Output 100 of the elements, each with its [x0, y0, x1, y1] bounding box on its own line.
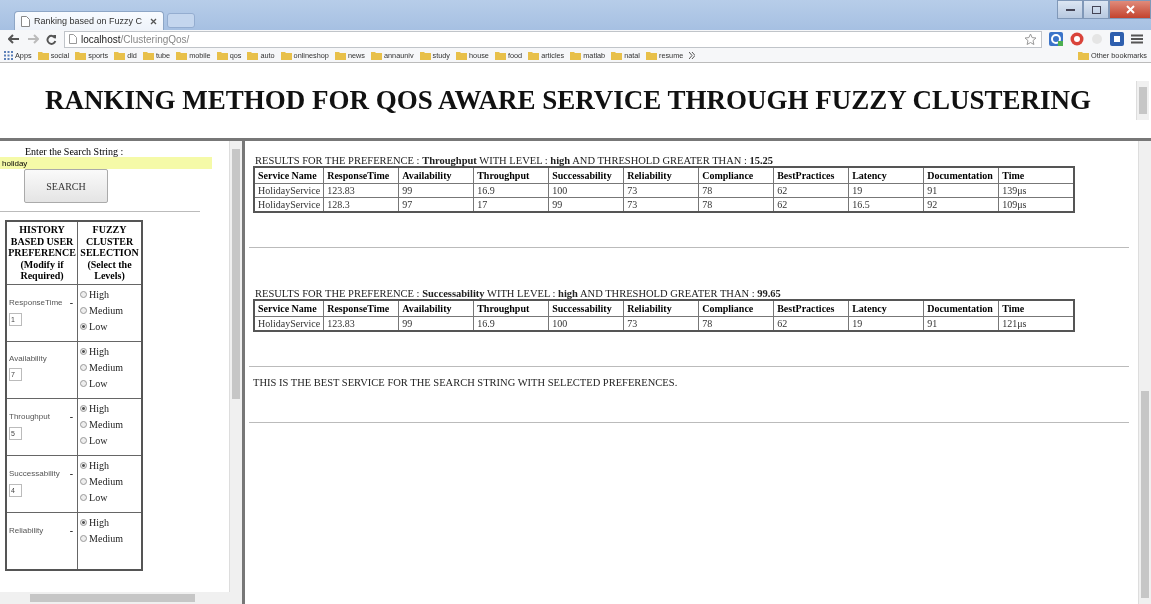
column-header: ResponseTime	[323, 167, 399, 184]
folder-icon	[494, 50, 506, 60]
page-title: RANKING METHOD FOR QOS AWARE SERVICE THROUGH FUZZY CLUSTERING	[43, 84, 1093, 117]
column-header: Compliance	[698, 167, 774, 184]
folder-icon	[176, 50, 188, 60]
table-cell: 78	[698, 183, 774, 198]
address-bar[interactable]: localhost/ClusteringQos/	[64, 30, 1042, 48]
column-header: BestPractices	[773, 300, 849, 317]
column-header: Documentation	[923, 167, 999, 184]
column-header: Latency	[848, 167, 924, 184]
results-heading: RESULTS FOR THE PREFERENCE : Successability WITH LEVEL : high AND THRESHOLD GREATER THAN : 99.65	[255, 288, 782, 299]
table-cell: 91	[923, 183, 999, 198]
column-header: HISTORY BASED USER PREFERENCE (Modify if Required)	[6, 221, 78, 284]
level-radio[interactable]: Low	[80, 432, 139, 449]
dash-mark: -	[69, 467, 74, 479]
browser-tab[interactable]: Ranking based on Fuzzy C	[14, 11, 164, 30]
apps-grid-icon	[4, 50, 13, 60]
level-radio[interactable]: Medium	[80, 302, 139, 319]
column-header: Service Name	[254, 167, 324, 184]
chevron-icon[interactable]	[689, 51, 696, 59]
minimize-icon	[1065, 8, 1075, 11]
scrollbar[interactable]	[1136, 81, 1149, 120]
table-cell: 19	[848, 183, 924, 198]
level-radio[interactable]: Medium	[80, 416, 139, 433]
level-radio[interactable]: High	[80, 286, 139, 303]
folder-icon	[37, 50, 49, 60]
folder-icon	[114, 50, 126, 60]
conclusion-text: THIS IS THE BEST SERVICE FOR THE SEARCH STRING WITH SELECTED PREFERENCES.	[253, 377, 679, 388]
search-button[interactable]: SEARCH	[24, 169, 108, 203]
folder-icon	[528, 50, 540, 60]
dash-mark: -	[69, 410, 74, 422]
folder-icon	[1078, 50, 1090, 60]
column-header: Reliability	[623, 300, 699, 317]
level-radio[interactable]: Medium	[80, 359, 139, 376]
preference-name: ResponseTime	[9, 297, 63, 307]
folder-icon	[419, 50, 431, 60]
level-radio[interactable]: Low	[80, 318, 139, 335]
folder-icon	[75, 50, 87, 60]
column-header: Service Name	[254, 300, 324, 317]
column-header: Availability	[398, 167, 474, 184]
table-cell: 100	[548, 183, 624, 198]
extension-icon[interactable]	[1049, 32, 1063, 46]
star-icon[interactable]	[1024, 32, 1037, 46]
column-header: Successability	[548, 167, 624, 184]
level-radio[interactable]: High	[80, 457, 139, 474]
scrollbar[interactable]	[0, 592, 242, 604]
reload-icon[interactable]	[46, 33, 57, 45]
level-radio[interactable]: Low	[80, 375, 139, 392]
column-header: Throughput	[473, 300, 549, 317]
minimize-button[interactable]	[1057, 0, 1083, 19]
level-radio[interactable]: Medium	[80, 530, 139, 547]
table-cell: 16.9	[473, 183, 549, 198]
table-cell: 73	[623, 183, 699, 198]
close-icon	[1125, 5, 1135, 14]
folder-icon	[570, 50, 582, 60]
page-icon	[21, 15, 30, 27]
column-header: BestPractices	[773, 167, 849, 184]
column-header: Compliance	[698, 300, 774, 317]
table-cell: 99	[398, 183, 474, 198]
level-radio[interactable]: Low	[80, 489, 139, 506]
level-radio[interactable]: High	[80, 514, 139, 531]
menu-icon[interactable]	[1131, 34, 1143, 44]
scrollbar[interactable]	[1138, 141, 1151, 604]
level-radio[interactable]: High	[80, 400, 139, 417]
folder-icon	[370, 50, 382, 60]
preference-name: Throughput	[9, 411, 50, 421]
level-radio[interactable]: High	[80, 343, 139, 360]
column-header: Documentation	[923, 300, 999, 317]
search-field[interactable]: holiday	[0, 157, 212, 169]
extension-icon[interactable]	[1110, 32, 1124, 46]
folder-icon	[611, 50, 623, 60]
table-cell: HolidayService	[254, 183, 324, 198]
column-header: Successability	[548, 300, 624, 317]
column-header: ResponseTime	[323, 300, 399, 317]
maximize-button[interactable]	[1083, 0, 1109, 19]
column-header: Latency	[848, 300, 924, 317]
level-radio[interactable]: Medium	[80, 473, 139, 490]
column-header: Availability	[398, 300, 474, 317]
dash-mark: -	[69, 524, 74, 536]
preference-name: Reliability	[9, 525, 44, 535]
column-header: Throughput	[473, 167, 549, 184]
close-icon[interactable]	[150, 17, 157, 25]
dash-mark: -	[69, 296, 74, 308]
column-header: Reliability	[623, 167, 699, 184]
close-window-button[interactable]	[1109, 0, 1151, 19]
folder-icon	[646, 50, 657, 60]
extension-icon[interactable]	[1070, 32, 1084, 46]
table-cell: 123.83	[323, 183, 399, 198]
folder-icon	[216, 50, 228, 60]
table-cell: 62	[773, 183, 849, 198]
search-label: Enter the Search String :	[25, 146, 125, 157]
folder-icon	[142, 50, 154, 60]
maximize-icon	[1091, 5, 1101, 14]
scrollbar[interactable]	[229, 141, 242, 592]
preference-name: Successability	[9, 468, 60, 478]
preference-name: Availability	[9, 353, 47, 363]
results-heading: RESULTS FOR THE PREFERENCE : Throughput WITH LEVEL : high AND THRESHOLD GREATER THAN : 15.25	[255, 155, 775, 166]
back-icon[interactable]	[8, 34, 20, 44]
folder-icon	[456, 50, 468, 60]
page-icon	[69, 34, 77, 44]
